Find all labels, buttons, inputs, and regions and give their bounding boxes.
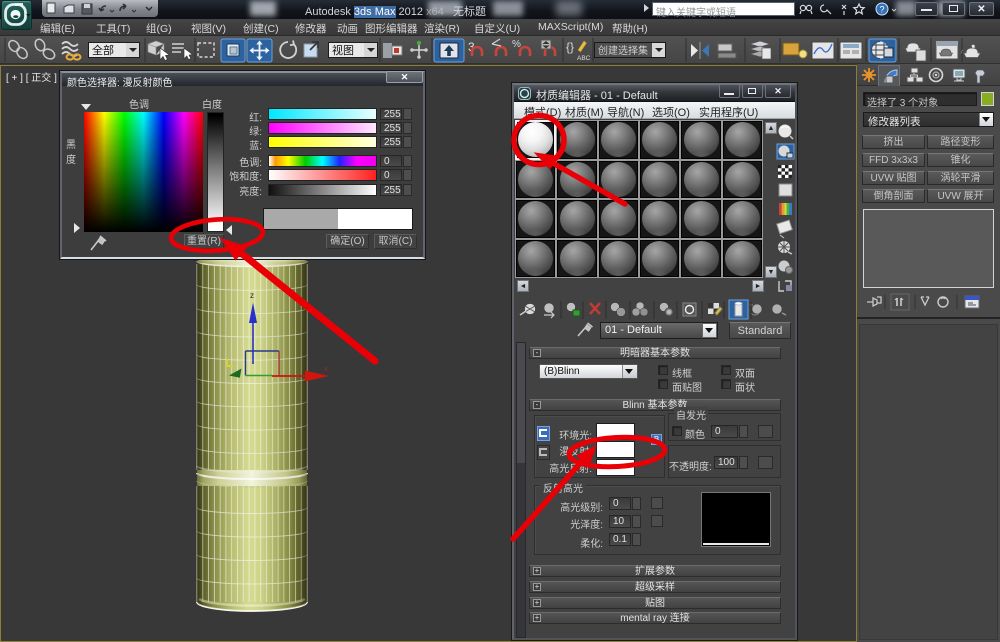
svg-text:x: x	[324, 366, 328, 373]
svg-text:z: z	[250, 291, 254, 300]
svg-text:?: ?	[879, 5, 884, 15]
